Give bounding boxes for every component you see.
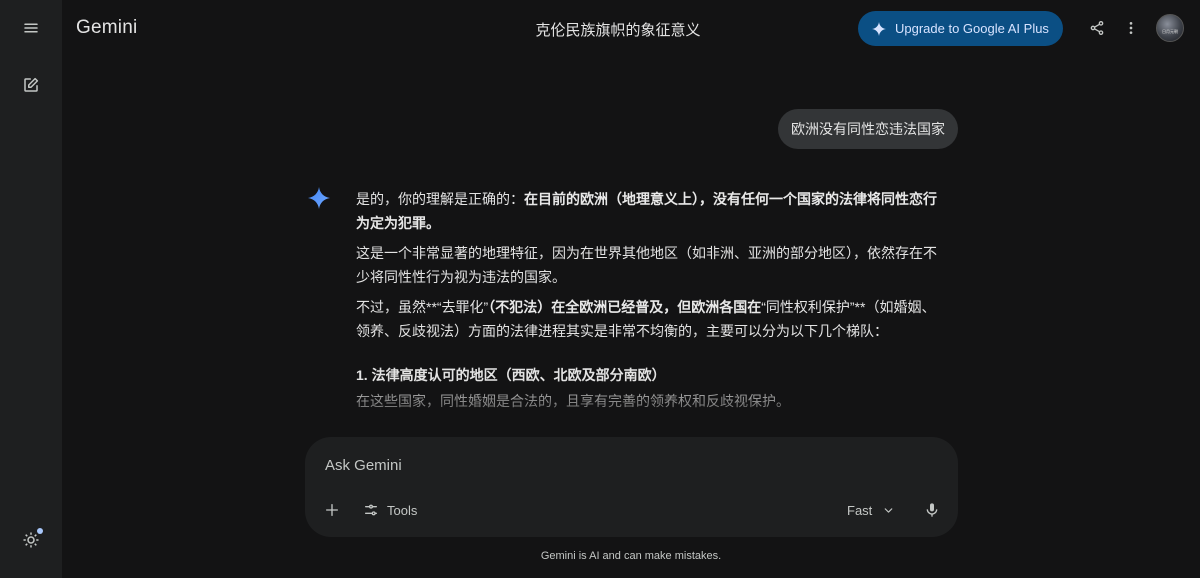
response-paragraph: 是的，你的理解是正确的：在目前的欧洲（地理意义上），没有任何一个国家的法律将同性… [356,187,948,235]
microphone-icon [926,503,938,517]
user-message-bubble: 欧洲没有同性恋违法国家 [778,109,958,149]
microphone-button[interactable] [919,497,945,523]
sparkle-icon [872,21,886,36]
avatar-text: 日月元朝 [1162,29,1178,34]
response-bold-text: （不犯法）在全欧洲已经普及，但欧洲各国在 [488,299,762,315]
ai-disclaimer: Gemini is AI and can make mistakes. [540,550,722,562]
tools-button[interactable]: Tools [363,497,417,523]
more-options-button[interactable] [1117,14,1145,42]
new-chat-button[interactable] [15,69,47,101]
more-vert-icon [1129,22,1133,34]
menu-button[interactable] [15,12,47,44]
share-button[interactable] [1083,14,1111,42]
edit-icon [24,77,39,92]
add-attachment-button[interactable] [319,497,345,523]
model-mode-dropdown[interactable]: Fast [847,497,895,523]
plus-icon [326,504,338,516]
response-text: 不过，虽然**“去罪化” [356,299,489,315]
notification-dot [37,528,43,534]
response-heading: 1. 法律高度认可的地区（西欧、北欧及部分南欧） [356,367,666,383]
prompt-composer[interactable]: Ask Gemini Tools Fast [305,437,958,537]
response-paragraph: 不过，虽然**“去罪化”（不犯法）在全欧洲已经普及，但欧洲各国在“同性权利保护”… [356,295,948,343]
mode-label: Fast [847,502,873,518]
menu-icon [24,23,38,33]
gemini-sparkle-icon [308,187,330,209]
upgrade-label: Upgrade to Google AI Plus [895,21,1049,36]
tools-label: Tools [387,502,418,518]
prompt-input[interactable]: Ask Gemini [325,457,402,474]
sidebar-rail [0,0,62,578]
share-icon [1090,21,1104,35]
tools-icon [365,504,377,516]
chevron-down-icon [884,507,893,513]
upgrade-button[interactable]: Upgrade to Google AI Plus [858,11,1063,46]
conversation-title-text: 克伦民族旗帜的象征意义 [535,22,701,39]
avatar[interactable]: 日月元朝 [1156,14,1184,42]
response-text: 是的，你的理解是正确的： [356,191,524,207]
top-bar: Gemini 克伦民族旗帜的象征意义 Upgrade to Google AI … [62,0,1200,56]
gear-icon [23,532,39,548]
scroll-fade [62,396,1200,440]
gemini-response: 是的，你的理解是正确的：在目前的欧洲（地理意义上），没有任何一个国家的法律将同性… [356,187,948,413]
response-paragraph: 这是一个非常显著的地理特征，因为在世界其他地区（如非洲、亚洲的部分地区），依然存… [356,245,937,285]
